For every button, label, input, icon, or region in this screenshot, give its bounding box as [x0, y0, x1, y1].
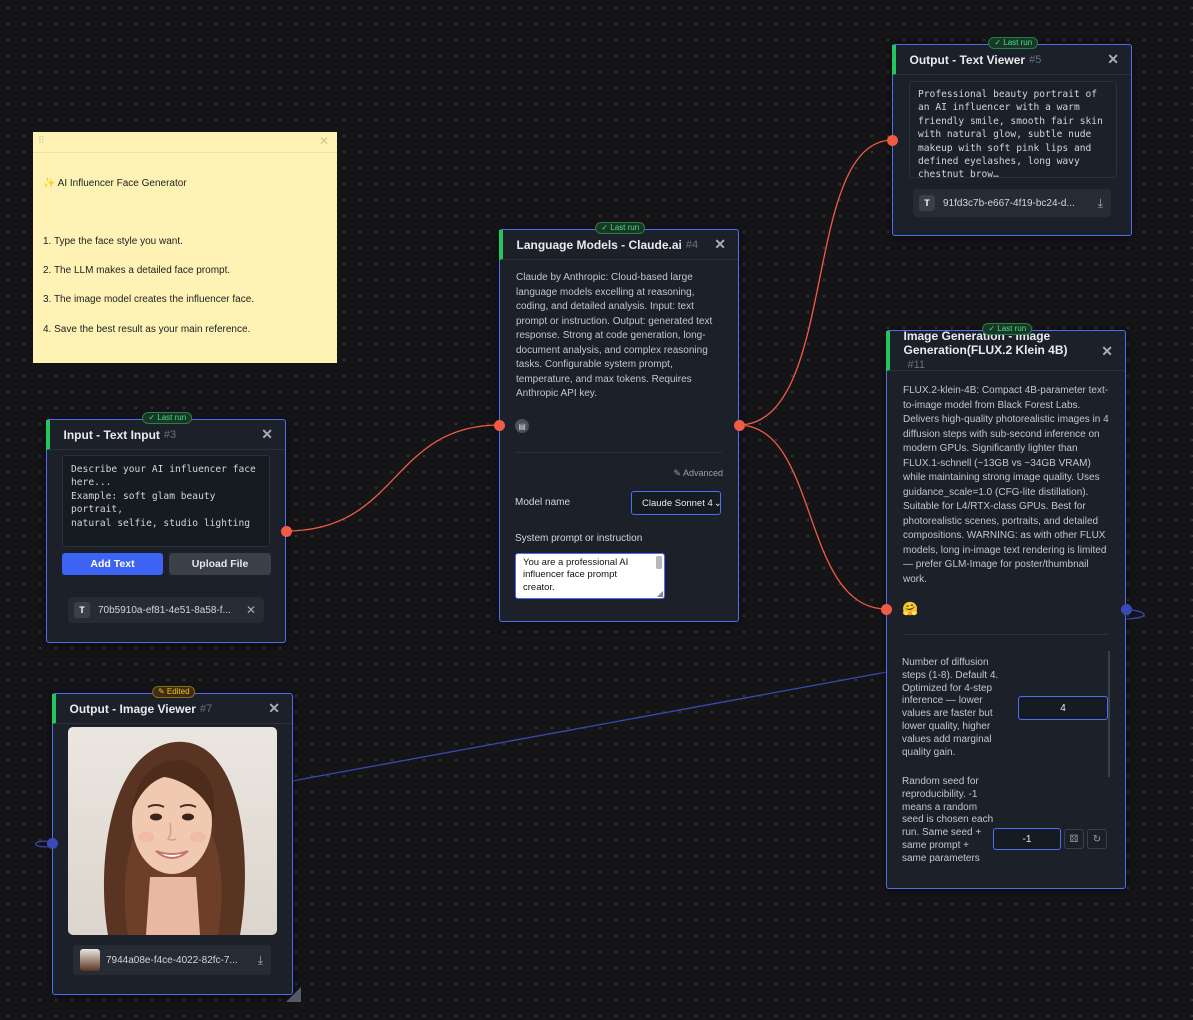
text-file-icon: T: [74, 602, 90, 618]
edited-badge: ✎ Edited: [151, 686, 196, 698]
remove-icon[interactable]: ✕: [246, 603, 256, 617]
hugging-face-icon: 🤗: [902, 601, 919, 616]
model-select[interactable]: Claude Sonnet 4 ⌄: [631, 491, 721, 515]
input-port[interactable]: [493, 420, 505, 431]
close-icon[interactable]: ✕: [261, 427, 273, 441]
llm-node[interactable]: ✓ Last run Language Models - Claude.ai #…: [493, 222, 745, 622]
scrollbar[interactable]: [1108, 651, 1110, 777]
node-title: Input - Text Input: [63, 427, 160, 442]
node-id: #3: [163, 428, 177, 441]
node-title: Language Models - Claude.ai: [516, 237, 682, 252]
node-id: #4: [685, 238, 699, 251]
scrollbar[interactable]: [656, 556, 662, 569]
file-chip[interactable]: 7944a08e-f4ce-4022-82fc-7... ⤓: [73, 945, 271, 975]
upload-file-button[interactable]: Upload File: [169, 553, 271, 575]
seed-label: Random seed for reproducibility. -1 mean…: [902, 776, 994, 864]
text-input-textarea[interactable]: Describe your AI influencer face here...…: [62, 455, 270, 547]
output-text: Professional beauty portrait of an AI in…: [918, 89, 1103, 178]
node-id: #11: [907, 359, 926, 371]
divider: [516, 452, 722, 453]
model-name-label: Model name: [515, 497, 571, 508]
close-icon[interactable]: ✕: [1101, 344, 1113, 358]
node-description: Claude by Anthropic: Cloud-based large l…: [516, 272, 713, 399]
output-port[interactable]: [280, 526, 292, 537]
steps-input[interactable]: 4: [1018, 696, 1108, 720]
steps-label: Number of diffusion steps (1-8). Default…: [902, 657, 999, 758]
divider: [903, 634, 1109, 635]
wire-llm-to-image-gen: [737, 424, 888, 610]
download-icon[interactable]: ⤓: [258, 953, 263, 968]
input-port[interactable]: [886, 135, 898, 146]
portrait-illustration: [103, 741, 245, 935]
node-title: Output - Text Viewer: [909, 52, 1026, 67]
sticky-text: ✨ AI Influencer Face Generator 1. Type t…: [33, 153, 337, 361]
node-header[interactable]: ✓ Last run Image Generation - Image Gene…: [885, 323, 1125, 372]
node-id: #5: [1029, 53, 1042, 66]
file-name: 7944a08e-f4ce-4022-82fc-7...: [106, 954, 238, 966]
sticky-line: 2. The LLM makes a detailed face prompt.: [43, 265, 231, 277]
close-icon[interactable]: ✕: [268, 701, 280, 715]
resize-handle-icon[interactable]: ◢: [657, 589, 663, 598]
file-name: 91fd3c7b-e667-4f19-bc24-d...: [943, 197, 1075, 209]
node-header[interactable]: ✎ Edited Output - Image Viewer #7 ✕: [51, 686, 292, 724]
file-chip[interactable]: T 70b5910a-ef81-4e51-8a58-f... ✕: [68, 597, 264, 623]
text-file-icon: T: [919, 195, 935, 211]
chevron-down-icon: ⌄: [713, 497, 721, 509]
sticky-line: 4. Save the best result as your main ref…: [43, 323, 251, 335]
sticky-line: ✨ AI Influencer Face Generator: [43, 177, 187, 189]
close-icon[interactable]: ✕: [714, 237, 726, 251]
sticky-line: 1. Type the face style you want.: [43, 235, 183, 247]
generated-image[interactable]: [68, 727, 277, 935]
node-header[interactable]: ✓ Last run Output - Text Viewer #5 ✕: [891, 37, 1131, 75]
file-name: 70b5910a-ef81-4e51-8a58-f...: [98, 604, 231, 616]
refresh-icon[interactable]: ↻: [1087, 829, 1107, 849]
sticky-line: 3. The image model creates the influence…: [43, 294, 255, 306]
input-port[interactable]: [46, 838, 58, 849]
advanced-toggle[interactable]: ✎ Advanced: [673, 468, 723, 479]
output-port[interactable]: [733, 420, 745, 431]
output-port[interactable]: [1120, 604, 1132, 615]
sticky-header[interactable]: ⠿ ✕: [33, 132, 337, 153]
file-chip[interactable]: T 91fd3c7b-e667-4f19-bc24-d... ⤓: [913, 189, 1111, 217]
last-run-badge: ✓ Last run: [595, 222, 646, 234]
advanced-label: Advanced: [682, 468, 723, 478]
resize-corner-icon[interactable]: [286, 987, 301, 1002]
last-run-badge: ✓ Last run: [988, 37, 1039, 49]
dice-icon[interactable]: ⚄: [1064, 829, 1084, 849]
download-icon[interactable]: ⤓: [1098, 196, 1103, 211]
wire-llm-to-text-viewer: [737, 139, 894, 426]
drag-handle-icon[interactable]: ⠿: [38, 135, 45, 146]
node-title: Output - Image Viewer: [69, 701, 196, 716]
node-id: #7: [199, 702, 213, 715]
node-title-wrap: Image Generation - Image Generation(FLUX…: [904, 329, 1092, 372]
image-gen-node[interactable]: ✓ Last run Image Generation - Image Gene…: [880, 323, 1132, 889]
system-prompt-label: System prompt or instruction: [515, 533, 643, 544]
document-icon[interactable]: ▤: [515, 419, 529, 433]
system-prompt-textarea[interactable]: You are a professional AI influencer fac…: [515, 553, 665, 599]
node-header[interactable]: ✓ Last run Language Models - Claude.ai #…: [498, 222, 738, 260]
wire-image-gen-to-viewer: [291, 671, 888, 782]
last-run-badge: ✓ Last run: [142, 412, 193, 424]
text-input-node[interactable]: ✓ Last run Input - Text Input #3 ✕ Descr…: [45, 412, 292, 643]
text-viewer-node[interactable]: ✓ Last run Output - Text Viewer #5 ✕ Pro…: [886, 37, 1132, 236]
image-viewer-node[interactable]: ✎ Edited Output - Image Viewer #7 ✕ 7944…: [46, 686, 301, 1002]
seed-input[interactable]: -1: [993, 828, 1061, 850]
text-viewer-content: Professional beauty portrait of an AI in…: [909, 81, 1117, 178]
system-prompt-value: You are a professional AI influencer fac…: [523, 557, 629, 593]
last-run-badge: ✓ Last run: [982, 323, 1033, 335]
node-header[interactable]: ✓ Last run Input - Text Input #3 ✕: [45, 412, 285, 450]
node-description: FLUX.2-klein-4B: Compact 4B-parameter te…: [903, 385, 1109, 585]
wand-icon: ✎: [673, 468, 681, 478]
model-select-value: Claude Sonnet 4: [642, 497, 713, 509]
sticky-line: [43, 206, 327, 221]
add-text-button[interactable]: Add Text: [62, 553, 163, 575]
close-icon[interactable]: ✕: [319, 134, 329, 148]
image-thumbnail-icon: [80, 949, 100, 971]
wire-input-to-llm: [285, 424, 501, 532]
close-icon[interactable]: ✕: [1107, 52, 1119, 66]
input-port[interactable]: [880, 604, 892, 615]
sticky-note[interactable]: ⠿ ✕ ✨ AI Influencer Face Generator 1. Ty…: [33, 132, 337, 363]
